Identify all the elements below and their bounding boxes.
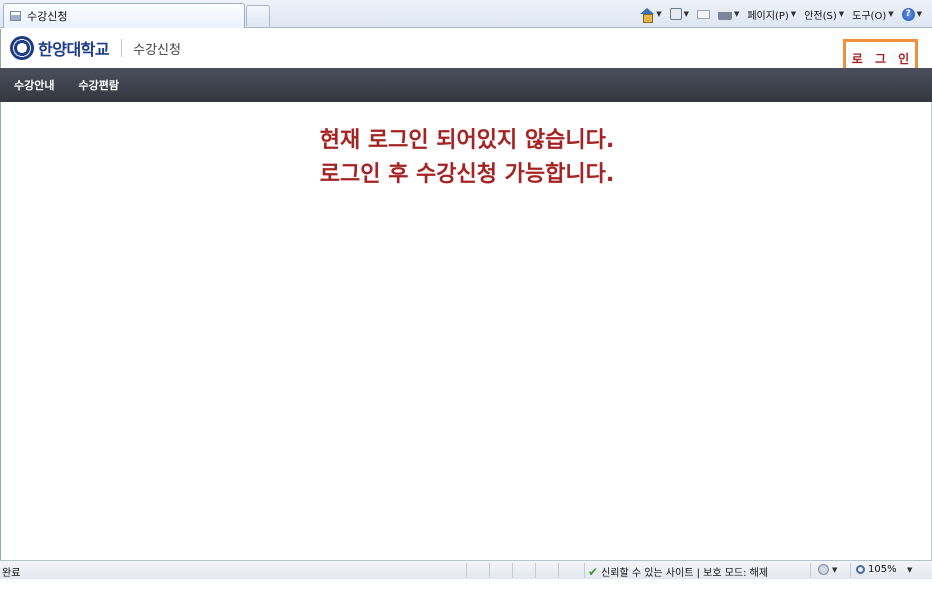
home-icon (640, 7, 655, 23)
status-divider (810, 563, 811, 578)
checkmark-icon: ✔ (588, 564, 599, 579)
feeds-button[interactable]: ▼ (668, 8, 691, 20)
status-divider (466, 563, 467, 578)
status-divider (489, 563, 490, 578)
safety-menu-button[interactable]: 안전(S) ▼ (802, 7, 846, 22)
zoom-level: 105% (868, 564, 897, 575)
university-name: 한양대학교 (38, 40, 110, 59)
university-logo[interactable]: 한양대학교 수강신청 (10, 36, 181, 60)
status-text: 완료 (2, 568, 21, 579)
safety-menu-label: 안전(S) (804, 10, 837, 22)
tools-menu-button[interactable]: 도구(O) ▼ (850, 7, 895, 22)
tools-menu-label: 도구(O) (852, 10, 887, 22)
zoom-button[interactable]: 105% (856, 564, 897, 575)
printer-icon (717, 8, 732, 20)
security-zone-label: 신뢰할 수 있는 사이트 | 보호 모드: 해제 (601, 568, 769, 579)
security-zone[interactable]: ✔ 신뢰할 수 있는 사이트 | 보호 모드: 해제 (588, 564, 769, 580)
command-bar: ▼ ▼ ▼ 페이지(P) ▼ 안전(S) ▼ 도구(O) ▼ ? ▼ (638, 4, 924, 24)
nav-item-course-guide[interactable]: 수강안내 (14, 77, 54, 93)
chevron-down-icon[interactable]: ▼ (734, 10, 739, 18)
chevron-down-icon[interactable]: ▼ (907, 566, 912, 574)
globe-icon (818, 564, 829, 575)
header-divider (121, 39, 123, 57)
mail-icon (696, 9, 710, 19)
page-favicon-icon (10, 11, 21, 21)
rss-feed-icon (669, 8, 682, 20)
site-header: 한양대학교 수강신청 (0, 29, 932, 68)
chevron-down-icon[interactable]: ▼ (656, 10, 661, 18)
status-divider (535, 563, 536, 578)
main-content: 현재 로그인 되어있지 않습니다. 로그인 후 수강신청 가능합니다. (0, 102, 932, 560)
mail-button[interactable] (695, 9, 712, 19)
login-button[interactable]: 로 그 인 (848, 50, 913, 67)
chevron-down-icon: ▼ (832, 565, 838, 574)
notice-line-1: 현재 로그인 되어있지 않습니다. (319, 128, 615, 153)
status-divider (584, 563, 585, 578)
notice-line-2: 로그인 후 수강신청 가능합니다. (319, 162, 615, 187)
popup-settings-button[interactable]: ▼ (818, 564, 837, 575)
page-menu-label: 페이지(P) (747, 10, 789, 22)
status-divider (512, 563, 513, 578)
page-title: 수강신청 (133, 42, 181, 58)
chevron-down-icon: ▼ (916, 10, 922, 18)
chevron-down-icon[interactable]: ▼ (684, 10, 689, 18)
chevron-down-icon: ▼ (790, 10, 797, 18)
browser-tab-active[interactable]: 수강신청 (3, 3, 245, 28)
page-menu-button[interactable]: 페이지(P) ▼ (745, 7, 798, 22)
help-icon: ? (901, 7, 915, 21)
university-emblem-icon (10, 36, 34, 60)
page-bottom-margin (0, 579, 932, 614)
magnifier-icon (856, 565, 865, 574)
browser-toolbar: 수강신청 ▼ ▼ ▼ 페이지(P) ▼ 안전(S) ▼ 도구(O) ▼ ? ▼ (0, 0, 932, 28)
help-button[interactable]: ? ▼ (900, 7, 924, 21)
tab-title: 수강신청 (27, 10, 68, 23)
new-tab-button[interactable] (246, 5, 270, 26)
home-button[interactable]: ▼ (638, 7, 663, 23)
chevron-down-icon: ▼ (838, 10, 845, 18)
chevron-down-icon: ▼ (888, 10, 894, 18)
status-divider (558, 563, 559, 578)
status-divider (850, 563, 851, 578)
login-required-notice: 현재 로그인 되어있지 않습니다. 로그인 후 수강신청 가능합니다. (1, 124, 932, 192)
browser-status-bar: 완료 ✔ 신뢰할 수 있는 사이트 | 보호 모드: 해제 ▼ 105% ▼ (0, 560, 932, 579)
nav-item-course-catalog[interactable]: 수강편람 (78, 77, 118, 93)
print-button[interactable]: ▼ (716, 8, 741, 20)
main-nav: 수강안내 수강편람 (0, 68, 932, 102)
